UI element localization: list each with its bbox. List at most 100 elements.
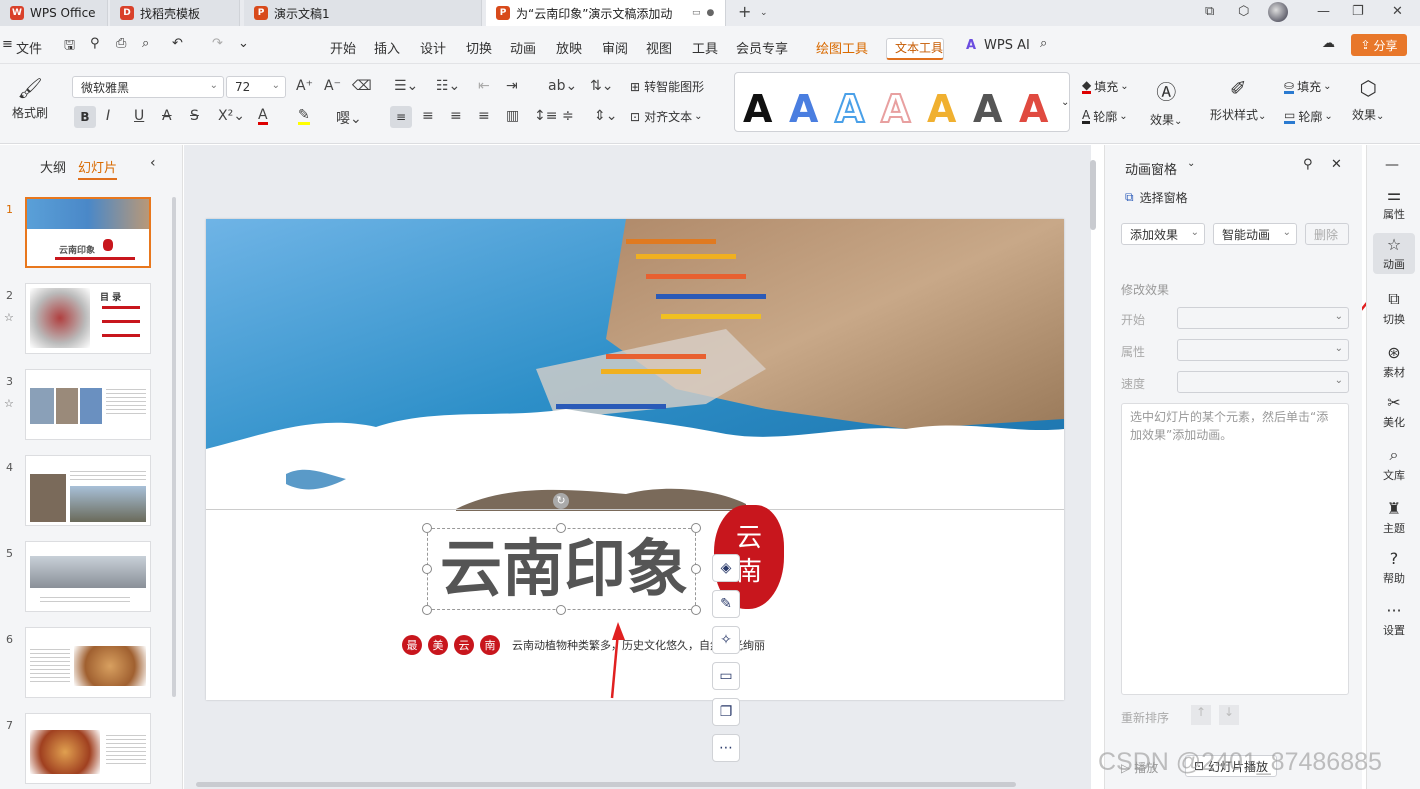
sidebar-item-material[interactable]: ⊛ 素材 bbox=[1367, 343, 1420, 380]
minimize-icon[interactable]: — bbox=[1317, 4, 1330, 19]
indent-icon[interactable]: ⇥ bbox=[506, 78, 518, 94]
bullets-icon[interactable]: ☰⌄ bbox=[394, 78, 418, 94]
copy-icon[interactable]: ❐ bbox=[712, 698, 740, 726]
distribute-icon[interactable]: ▥ bbox=[506, 108, 519, 124]
shape-effect-button[interactable]: ⬡ 效果⌄ bbox=[1352, 76, 1384, 123]
gallery-expand-icon[interactable]: ⌄ bbox=[1061, 97, 1069, 108]
align-center-icon[interactable]: ≡ bbox=[422, 108, 434, 124]
menu-member[interactable]: 会员专享 bbox=[736, 38, 788, 57]
slide-thumb-3[interactable] bbox=[25, 369, 151, 440]
numbering-icon[interactable]: ☷⌄ bbox=[436, 78, 460, 94]
text-style-outline-pink[interactable]: A bbox=[880, 86, 911, 132]
line-spacing-menu-icon[interactable]: ⇕⌄ bbox=[594, 108, 617, 124]
move-down-icon[interactable]: ↓ bbox=[1219, 705, 1239, 725]
outdent-icon[interactable]: ⇤ bbox=[478, 78, 490, 94]
search-icon[interactable]: ⌕ bbox=[1040, 36, 1047, 51]
more-chevron-icon[interactable]: ⌄ bbox=[238, 36, 249, 51]
select-pane-link[interactable]: ⧉ 选择窗格 bbox=[1125, 189, 1188, 206]
font-name-select[interactable]: 微软雅黑 ⌄ bbox=[72, 76, 224, 98]
superscript-icon[interactable]: X²⌄ bbox=[218, 108, 245, 124]
move-up-icon[interactable]: ↑ bbox=[1191, 705, 1211, 725]
tab-current-doc[interactable]: P 为“云南印象”演示文稿添加动 ▭ ● bbox=[486, 0, 726, 26]
tab-wps-office[interactable]: W WPS Office bbox=[0, 0, 108, 26]
menu-insert[interactable]: 插入 bbox=[374, 38, 400, 57]
align-right-icon[interactable]: ≡ bbox=[450, 108, 462, 124]
print-icon[interactable]: ⎙ bbox=[116, 36, 126, 51]
slide[interactable]: ↻ 云南印象 云南 最 美 云 南 云南动植物种类繁多，历史文化悠久，自然风光绚… bbox=[206, 219, 1064, 700]
maximize-icon[interactable]: ❐ bbox=[1352, 4, 1364, 19]
sidebar-item-help[interactable]: ? 帮助 bbox=[1367, 549, 1420, 586]
slide-thumb-1[interactable]: 云南印象 bbox=[25, 197, 151, 268]
animation-icon[interactable]: ✧ bbox=[712, 626, 740, 654]
bold-icon[interactable]: B bbox=[74, 106, 96, 128]
convert-smart-button[interactable]: ⊞ 转智能图形 bbox=[630, 78, 704, 95]
menu-tools[interactable]: 工具 bbox=[692, 38, 718, 57]
menu-view[interactable]: 视图 bbox=[646, 38, 672, 57]
sidebar-item-transition[interactable]: ⧉ 切换 bbox=[1367, 289, 1420, 327]
sidebar-item-properties[interactable]: ⚌ 属性 bbox=[1367, 185, 1420, 222]
text-style-red[interactable]: A bbox=[1019, 87, 1048, 131]
slide-thumb-4[interactable] bbox=[25, 455, 151, 526]
save-icon[interactable]: 🖫 bbox=[64, 36, 75, 58]
more-icon[interactable]: ⋯ bbox=[712, 734, 740, 762]
tab-template[interactable]: D 找稻壳模板 bbox=[110, 0, 240, 26]
chevron-down-icon[interactable]: ⌄ bbox=[1187, 158, 1195, 169]
screen-icon[interactable]: ▭ bbox=[712, 662, 740, 690]
highlight-icon[interactable]: ✎ bbox=[298, 108, 310, 125]
line-spacing-icon[interactable]: ↕≡ bbox=[534, 108, 557, 124]
tab-presentation1[interactable]: P 演示文稿1 bbox=[244, 0, 482, 26]
menu-wps-ai[interactable]: WPS AI bbox=[984, 38, 1030, 53]
text-style-orange[interactable]: A bbox=[927, 87, 956, 131]
new-tab-icon[interactable]: + bbox=[738, 2, 751, 21]
slide-thumb-5[interactable] bbox=[25, 541, 151, 612]
slide-title[interactable]: 云南印象 bbox=[432, 531, 696, 607]
pin-icon[interactable]: ⚲ bbox=[90, 36, 100, 51]
pin-icon[interactable]: ⚲ bbox=[1303, 157, 1313, 172]
text-style-gray[interactable]: A bbox=[973, 87, 1002, 131]
menu-animation[interactable]: 动画 bbox=[510, 38, 536, 57]
effect-button[interactable]: Ⓐ 效果⌄ bbox=[1150, 76, 1182, 128]
font-size-select[interactable]: 72 ⌄ bbox=[226, 76, 286, 98]
resize-handle[interactable] bbox=[422, 605, 432, 615]
sidebar-item-library[interactable]: ⌕ 文库 bbox=[1367, 445, 1420, 483]
cube-icon[interactable]: ⬡ bbox=[1238, 4, 1249, 19]
menu-review[interactable]: 审阅 bbox=[602, 38, 628, 57]
window-icon[interactable]: ⧉ bbox=[1205, 4, 1214, 19]
text-style-outline-blue[interactable]: A bbox=[834, 86, 865, 132]
pen-icon[interactable]: ✎ bbox=[712, 590, 740, 618]
format-painter-button[interactable]: 🖌 格式刷 bbox=[12, 76, 48, 121]
property-select[interactable]: ⌄ bbox=[1177, 339, 1349, 361]
menu-transition[interactable]: 切换 bbox=[466, 38, 492, 57]
preview-icon[interactable]: ⌕ bbox=[142, 36, 149, 51]
slide-thumb-2[interactable]: 目 录 bbox=[25, 283, 151, 354]
undo-icon[interactable]: ↶ bbox=[172, 36, 183, 51]
char-spacing-icon[interactable]: 嘤⌄ bbox=[336, 108, 362, 128]
add-effect-button[interactable]: 添加效果 ⌄ bbox=[1121, 223, 1205, 245]
tab-outline[interactable]: 大纲 bbox=[40, 157, 66, 176]
collapse-chevron-icon[interactable]: ‹ bbox=[150, 155, 156, 171]
resize-handle[interactable] bbox=[422, 564, 432, 574]
shape-style-button[interactable]: ✐ 形状样式⌄ bbox=[1210, 76, 1266, 123]
menu-design[interactable]: 设计 bbox=[420, 38, 446, 57]
start-select[interactable]: ⌄ bbox=[1177, 307, 1349, 329]
sidebar-item-settings[interactable]: ··· 设置 bbox=[1367, 601, 1420, 638]
dot-icon[interactable]: ● bbox=[707, 8, 715, 18]
sidebar-item-animation[interactable]: ☆ 动画 bbox=[1373, 233, 1415, 274]
sidebar-item-beautify[interactable]: ✂ 美化 bbox=[1367, 393, 1420, 430]
layers-icon[interactable]: ◈ bbox=[712, 554, 740, 582]
rotate-handle-icon[interactable]: ↻ bbox=[553, 493, 569, 509]
sidebar-item-theme[interactable]: ♜ 主题 bbox=[1367, 499, 1420, 536]
cloud-icon[interactable]: ☁ bbox=[1322, 36, 1335, 51]
resize-handle[interactable] bbox=[422, 523, 432, 533]
align-left-icon[interactable]: ≡ bbox=[390, 106, 412, 128]
text-style-black[interactable]: A bbox=[743, 87, 772, 131]
share-button[interactable]: ⇪ 分享 bbox=[1351, 34, 1407, 56]
hamburger-icon[interactable]: ≡ bbox=[2, 37, 13, 52]
close-icon[interactable]: ✕ bbox=[1392, 4, 1403, 19]
canvas-hscrollbar[interactable] bbox=[196, 782, 1016, 787]
slide-thumb-7[interactable] bbox=[25, 713, 151, 784]
menu-text-tools[interactable]: 文本工具 bbox=[886, 38, 945, 60]
menu-drawing-tools[interactable]: 绘图工具 bbox=[816, 38, 868, 57]
justify-icon[interactable]: ≡ bbox=[478, 108, 490, 124]
menu-slideshow[interactable]: 放映 bbox=[556, 38, 582, 57]
